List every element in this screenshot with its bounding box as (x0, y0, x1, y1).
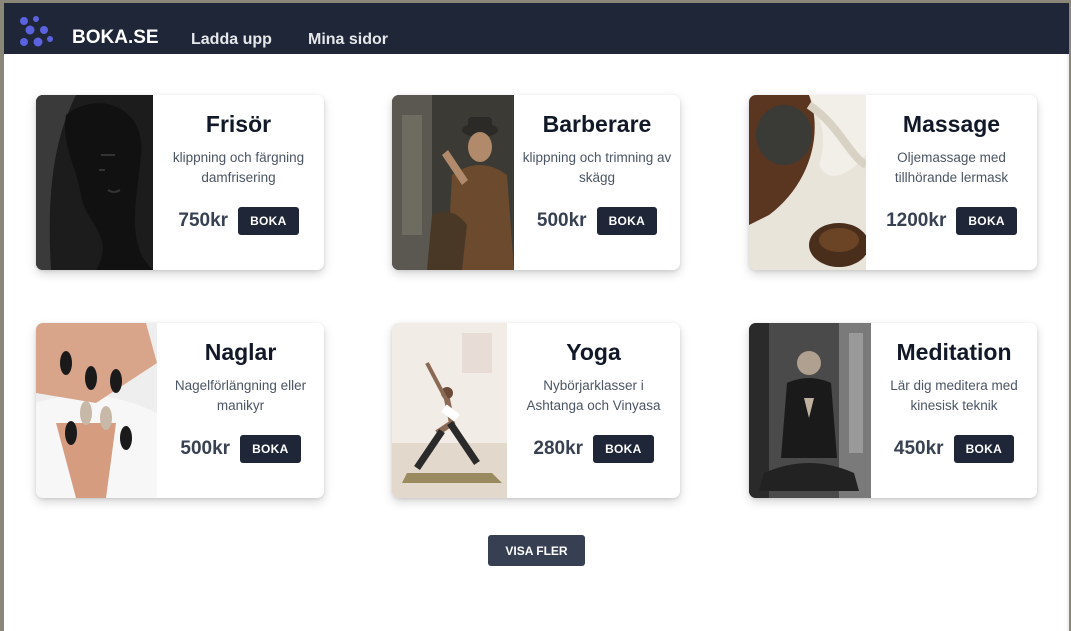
service-description: klippning och trimning av skägg (522, 150, 672, 185)
top-navbar: BOKA.SE Ladda upp Mina sidor (4, 3, 1069, 54)
service-card-meditation: Meditation Lär dig meditera med kinesisk… (749, 323, 1037, 498)
book-button[interactable]: BOKA (238, 207, 299, 235)
service-body: Meditation Lär dig meditera med kinesisk… (871, 323, 1037, 498)
brand-name[interactable]: BOKA.SE (72, 27, 159, 49)
service-description: Nybörjarklasser i Ashtanga och Vinyasa (526, 378, 661, 413)
dots-logo-icon[interactable] (18, 15, 54, 49)
service-body: Naglar Nagelförlängning eller manikyr 50… (157, 323, 324, 498)
book-button[interactable]: BOKA (596, 207, 658, 235)
nav-link-upload[interactable]: Ladda upp (191, 31, 272, 49)
service-photo (749, 95, 866, 270)
service-description: Lär dig meditera med kinesisk teknik (890, 378, 1018, 413)
price-row: 750kr BOKA (153, 207, 324, 235)
service-price: 450kr (893, 438, 944, 459)
book-button[interactable]: BOKA (593, 435, 654, 463)
service-description: Oljemassage med tillhörande lermask (894, 150, 1009, 185)
browser-viewport: BOKA.SE Ladda upp Mina sidor Frisör klip… (4, 3, 1069, 631)
service-body: Barberare klippning och trimning av skäg… (514, 95, 680, 270)
service-photo (392, 95, 514, 270)
service-body: Yoga Nybörjarklasser i Ashtanga och Viny… (507, 323, 680, 498)
book-button[interactable]: BOKA (956, 207, 1017, 235)
price-row: 500kr BOKA (514, 207, 680, 235)
service-card-frisor: Frisör klippning och färgning damfriseri… (36, 95, 324, 270)
service-price: 750kr (178, 210, 229, 231)
book-button[interactable]: BOKA (240, 435, 301, 463)
service-title: Massage (902, 111, 1001, 137)
service-body: Frisör klippning och färgning damfriseri… (153, 95, 324, 270)
service-title: Naglar (204, 339, 277, 365)
service-card-yoga: Yoga Nybörjarklasser i Ashtanga och Viny… (392, 323, 680, 498)
nav-link-my-pages[interactable]: Mina sidor (308, 31, 388, 49)
scrollbar[interactable] (1067, 54, 1069, 631)
price-row: 500kr BOKA (157, 435, 324, 463)
service-photo (36, 323, 157, 498)
service-photo (392, 323, 507, 498)
service-price: 280kr (533, 438, 584, 459)
show-more-button[interactable]: VISA FLER (488, 535, 585, 566)
service-description: klippning och färgning damfrisering (172, 150, 305, 185)
service-price: 1200kr (886, 210, 947, 231)
book-button[interactable]: BOKA (953, 435, 1015, 463)
service-title: Meditation (896, 339, 1012, 365)
service-title: Frisör (205, 111, 272, 137)
service-card-massage: Massage Oljemassage med tillhörande lerm… (749, 95, 1037, 270)
price-row: 280kr BOKA (507, 435, 680, 463)
service-body: Massage Oljemassage med tillhörande lerm… (866, 95, 1037, 270)
price-row: 450kr BOKA (871, 435, 1037, 463)
service-description: Nagelförlängning eller manikyr (174, 378, 307, 413)
price-row: 1200kr BOKA (866, 207, 1037, 235)
service-card-barberare: Barberare klippning och trimning av skäg… (392, 95, 680, 270)
service-card-naglar: Naglar Nagelförlängning eller manikyr 50… (36, 323, 324, 498)
service-photo (749, 323, 871, 498)
service-price: 500kr (180, 438, 231, 459)
service-photo (36, 95, 153, 270)
service-title: Barberare (542, 111, 652, 137)
service-title: Yoga (566, 339, 621, 365)
service-price: 500kr (536, 210, 587, 231)
